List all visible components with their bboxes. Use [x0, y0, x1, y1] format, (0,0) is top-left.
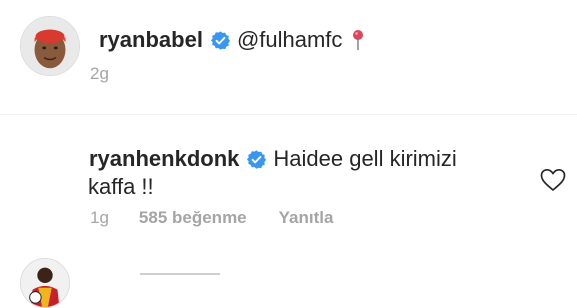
- comment-timestamp[interactable]: 1g: [90, 208, 109, 228]
- heart-outline-icon[interactable]: [540, 168, 566, 192]
- avatar[interactable]: [20, 258, 70, 308]
- comment-header: ryanhenkdonk Haidee gell kirimizi: [89, 144, 457, 174]
- comment-username[interactable]: ryanhenkdonk: [89, 146, 239, 172]
- caption-header: ryanbabel @fulhamfc: [99, 22, 365, 58]
- comment-text-continued: kaffa !!: [88, 174, 154, 199]
- divider: [0, 114, 577, 115]
- verified-badge-icon: [246, 149, 267, 170]
- caption-timestamp[interactable]: 2g: [90, 64, 109, 84]
- avatar-image: [21, 17, 79, 75]
- comment-text: Haidee gell kirimizi: [273, 146, 457, 171]
- round-pushpin-icon: [351, 29, 365, 51]
- avatar[interactable]: [20, 16, 80, 76]
- truncated-text-stub: [140, 273, 220, 275]
- comment-likes[interactable]: 585 beğenme: [139, 208, 247, 228]
- comment-meta: 1g 585 beğenme Yanıtla: [90, 208, 333, 228]
- mention-link[interactable]: @fulhamfc: [237, 27, 342, 53]
- caption-username[interactable]: ryanbabel: [99, 27, 203, 53]
- avatar-image: [21, 259, 69, 307]
- comment-item: ryanhenkdonk Haidee gell kirimizi kaffa …: [0, 118, 577, 308]
- post-caption: ryanbabel @fulhamfc 2g: [0, 0, 577, 112]
- reply-button[interactable]: Yanıtla: [279, 208, 334, 228]
- verified-badge-icon: [210, 30, 231, 51]
- more-replies-cutoff: [140, 268, 340, 280]
